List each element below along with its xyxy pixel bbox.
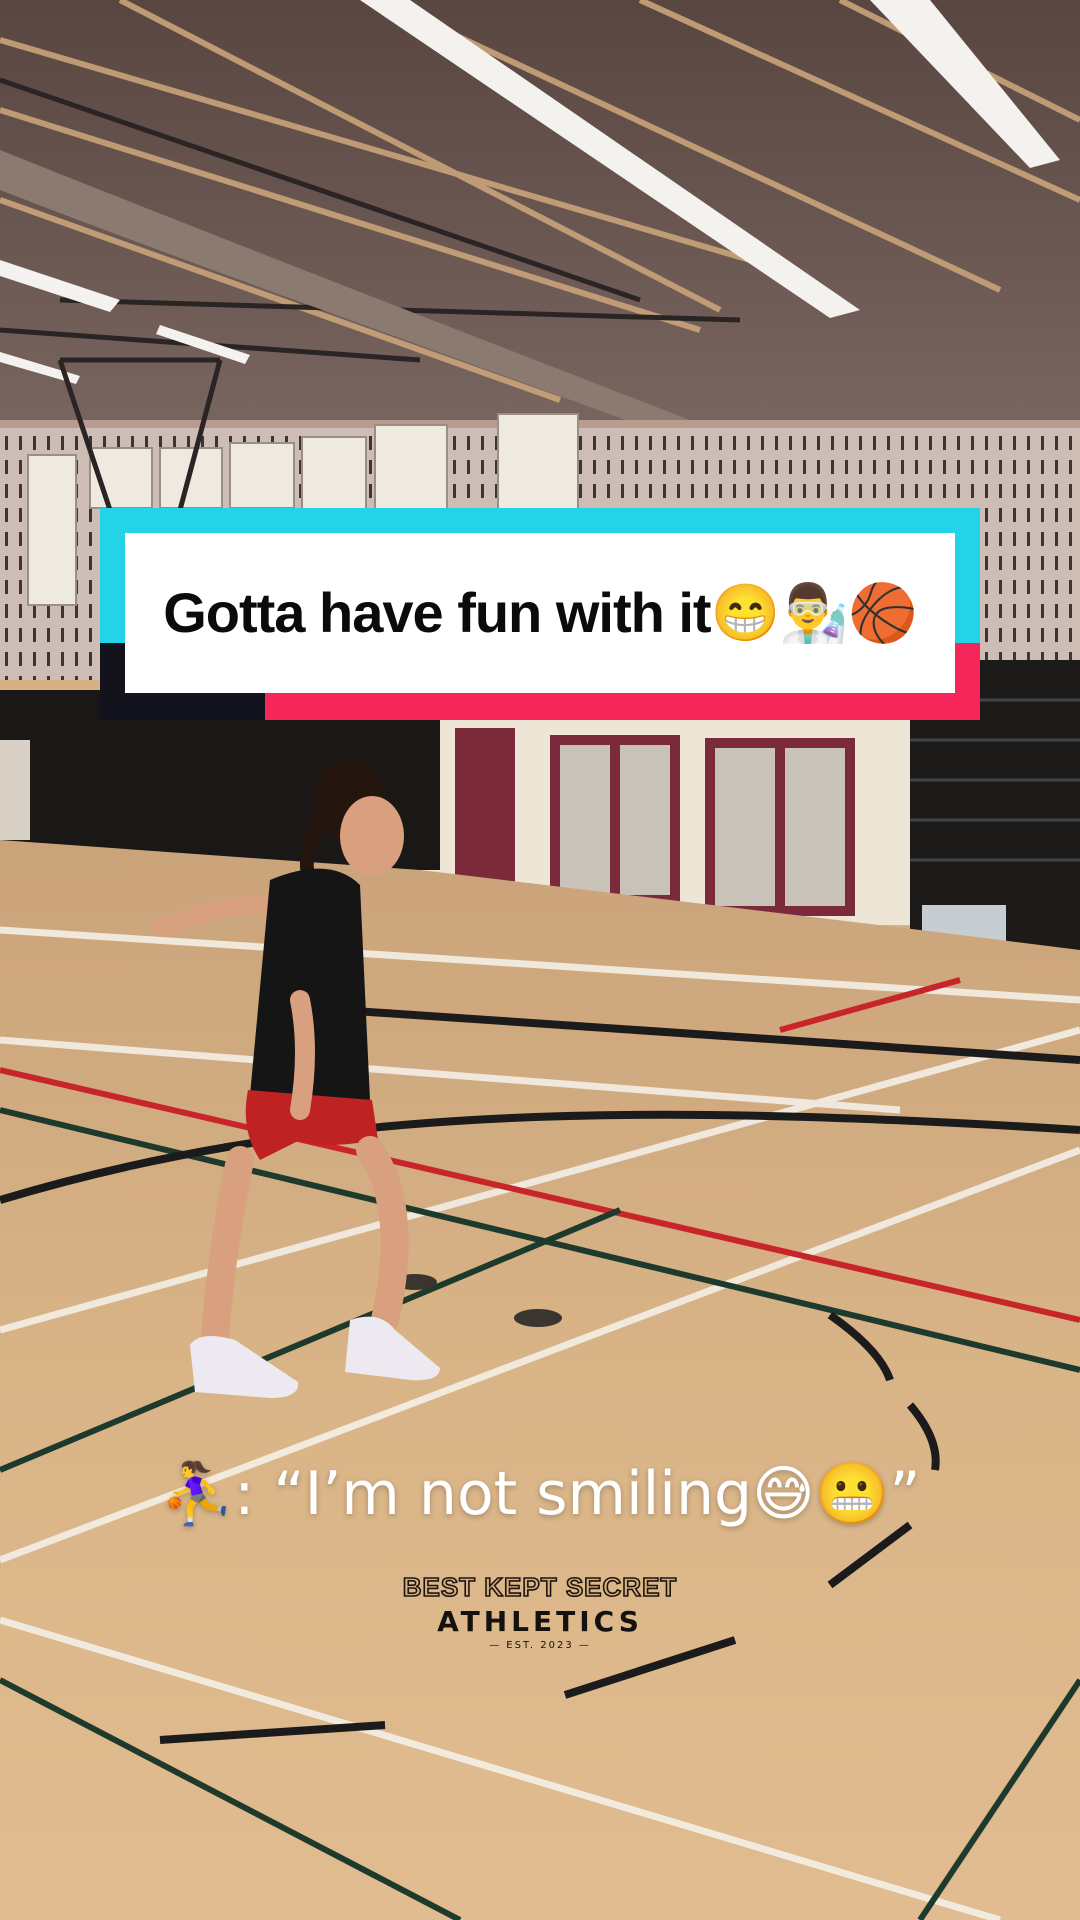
caption-overlay: Gotta have fun with it😁👨‍🔬🏀 [100,508,980,720]
caption-text: Gotta have fun with it😁👨‍🔬🏀 [163,581,918,644]
subtitle-text: ⛹️‍♀️: “I’m not smiling😅😬” [159,1459,921,1529]
double-door-right [705,738,855,916]
caption-panel: Gotta have fun with it😁👨‍🔬🏀 [125,533,955,693]
logo-line-established: — EST. 2023 — [489,1640,591,1651]
logo-line-athletics: ATHLETICS [437,1605,643,1638]
double-door-left [550,735,680,905]
court-floor [0,840,1080,1920]
logo-line-best-kept-secret: BEST KEPT SECRET [402,1571,678,1603]
maroon-door [455,728,515,886]
watermark-logo: BEST KEPT SECRET ATHLETICS — EST. 2023 — [390,1571,690,1651]
